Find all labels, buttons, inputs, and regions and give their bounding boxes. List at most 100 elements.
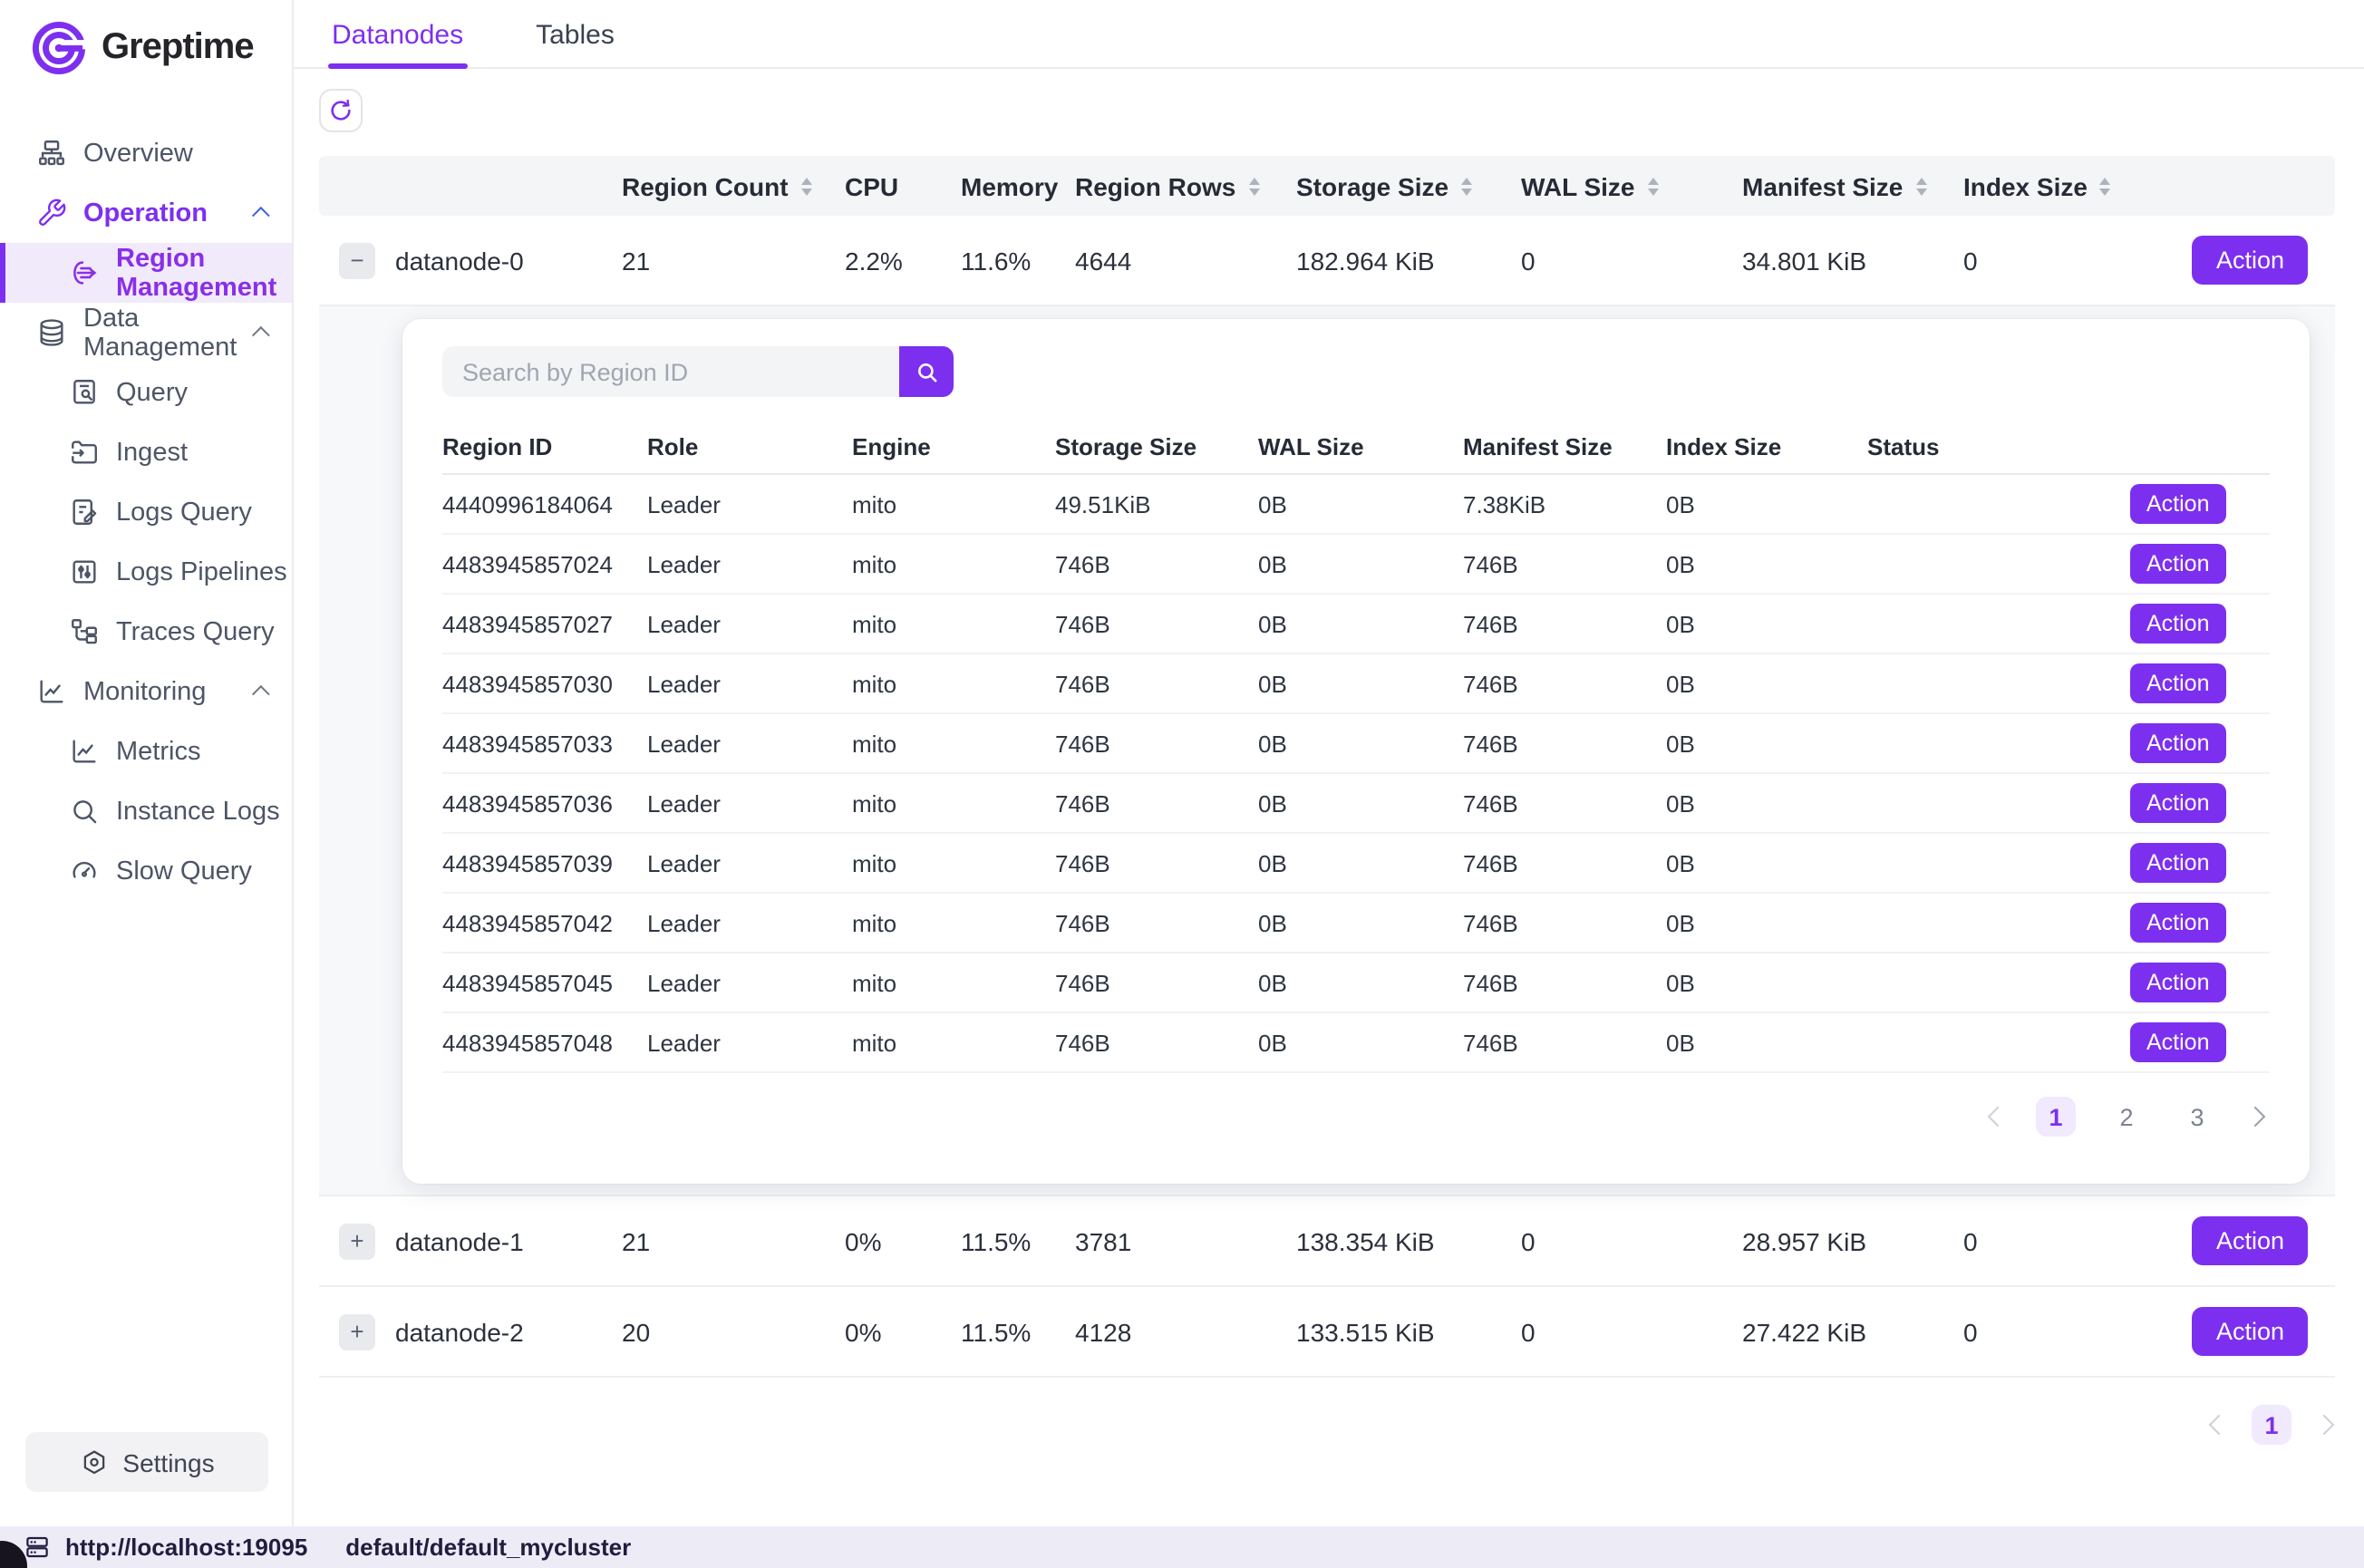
cell-storage: 746B: [1055, 789, 1258, 817]
cell-role: Leader: [647, 670, 852, 697]
action-button[interactable]: Action: [2130, 663, 2226, 703]
cell-region-id: 4483945857048: [442, 1029, 647, 1056]
action-button[interactable]: Action: [2130, 604, 2226, 644]
col-index-size: Index Size: [1963, 171, 2088, 200]
action-button[interactable]: Action: [2193, 236, 2308, 285]
cell-engine: mito: [852, 1029, 1055, 1056]
expand-row-button[interactable]: +: [339, 1223, 375, 1259]
page-1[interactable]: 1: [2252, 1405, 2291, 1445]
region-search-input[interactable]: [442, 346, 899, 397]
cell-cpu: 2.2%: [845, 246, 961, 275]
action-button[interactable]: Action: [2193, 1307, 2308, 1356]
logs-query-icon: [69, 497, 100, 528]
server-url[interactable]: http://localhost:19095: [65, 1534, 307, 1561]
datanodes-pagination: 1: [319, 1405, 2335, 1445]
region-row: 4483945857039 Leader mito 746B 0B 746B 0…: [442, 834, 2270, 894]
cell-manifest-size: 28.957 KiB: [1742, 1226, 1963, 1255]
sort-icon[interactable]: [1461, 177, 1472, 195]
sidebar-item-operation[interactable]: Operation: [0, 183, 292, 243]
refresh-button[interactable]: [319, 89, 363, 132]
cell-region-id: 4440996184064: [442, 490, 647, 518]
sidebar-item-slow-query[interactable]: Slow Query: [0, 841, 292, 901]
action-button[interactable]: Action: [2130, 963, 2226, 1002]
action-button[interactable]: Action: [2130, 544, 2226, 584]
sidebar-item-label: Metrics: [116, 737, 200, 766]
col-storage-size: Storage Size: [1055, 433, 1258, 460]
cell-region-id: 4483945857045: [442, 969, 647, 996]
page-1[interactable]: 1: [2036, 1097, 2076, 1137]
cell-region-id: 4483945857027: [442, 610, 647, 637]
sidebar-item-label: Logs Pipelines: [116, 557, 287, 586]
cell-wal-size: 0: [1521, 1226, 1742, 1255]
sidebar-item-traces-query[interactable]: Traces Query: [0, 602, 292, 662]
next-page-icon[interactable]: [2245, 1107, 2266, 1128]
prev-page-icon[interactable]: [2209, 1415, 2230, 1436]
region-row: 4483945857045 Leader mito 746B 0B 746B 0…: [442, 953, 2270, 1013]
cell-region-rows: 4644: [1075, 246, 1296, 275]
page-2[interactable]: 2: [2107, 1097, 2146, 1137]
action-button[interactable]: Action: [2193, 1216, 2308, 1265]
tab-datanodes[interactable]: Datanodes: [328, 5, 467, 67]
regions-table-header: Region ID Role Engine Storage Size WAL S…: [442, 421, 2270, 475]
sort-icon[interactable]: [1915, 177, 1926, 195]
cell-storage: 49.51KiB: [1055, 490, 1258, 518]
action-button[interactable]: Action: [2130, 484, 2226, 524]
traces-query-icon: [69, 616, 100, 647]
action-button[interactable]: Action: [2130, 903, 2226, 943]
action-button[interactable]: Action: [2130, 843, 2226, 883]
sidebar-item-overview[interactable]: Overview: [0, 123, 292, 183]
chevron-up-icon[interactable]: [252, 207, 270, 225]
cell-region-id: 4483945857039: [442, 849, 647, 876]
search-button[interactable]: [899, 346, 954, 397]
col-region-rows: Region Rows: [1075, 171, 1235, 200]
cell-wal: 0B: [1258, 490, 1463, 518]
sidebar-item-label: Region Management: [116, 244, 292, 302]
sidebar-item-logs-query[interactable]: Logs Query: [0, 482, 292, 542]
regions-pagination: 1 2 3: [442, 1097, 2270, 1137]
cell-manifest: 746B: [1463, 610, 1666, 637]
expand-row-button[interactable]: +: [339, 1313, 375, 1350]
sidebar-item-label: Query: [116, 378, 188, 407]
sort-icon[interactable]: [1648, 177, 1659, 195]
settings-button[interactable]: Settings: [25, 1432, 268, 1492]
cell-storage: 746B: [1055, 730, 1258, 757]
cell-manifest: 746B: [1463, 849, 1666, 876]
region-row: 4440996184064 Leader mito 49.51KiB 0B 7.…: [442, 475, 2270, 535]
prev-page-icon[interactable]: [1988, 1107, 2009, 1128]
cell-manifest: 746B: [1463, 670, 1666, 697]
datanodes-table: Region Count CPU Memory Region Rows Stor…: [319, 156, 2335, 1445]
region-row: 4483945857036 Leader mito 746B 0B 746B 0…: [442, 774, 2270, 834]
cell-storage: 746B: [1055, 909, 1258, 936]
sidebar-nav: Overview Operation Region Management: [0, 123, 292, 901]
monitoring-icon: [36, 676, 67, 707]
col-engine: Engine: [852, 433, 1055, 460]
action-button[interactable]: Action: [2130, 723, 2226, 763]
action-button[interactable]: Action: [2130, 783, 2226, 823]
sort-icon[interactable]: [2100, 177, 2111, 195]
next-page-icon[interactable]: [2314, 1415, 2335, 1436]
sort-icon[interactable]: [801, 177, 812, 195]
sidebar-item-metrics[interactable]: Metrics: [0, 721, 292, 781]
cell-storage-size: 138.354 KiB: [1296, 1226, 1521, 1255]
tab-tables[interactable]: Tables: [532, 5, 618, 67]
page-3[interactable]: 3: [2177, 1097, 2217, 1137]
cell-engine: mito: [852, 550, 1055, 577]
collapse-row-button[interactable]: −: [339, 242, 375, 278]
sort-icon[interactable]: [1248, 177, 1259, 195]
cell-index: 0B: [1666, 849, 1867, 876]
cell-region-id: 4483945857042: [442, 909, 647, 936]
sidebar-item-data-management[interactable]: Data Management: [0, 303, 292, 363]
action-button[interactable]: Action: [2130, 1022, 2226, 1062]
wrench-icon: [36, 198, 67, 228]
sidebar: Greptime Overview Operation: [0, 0, 294, 1526]
cell-region-rows: 3781: [1075, 1226, 1296, 1255]
sidebar-item-ingest[interactable]: Ingest: [0, 422, 292, 482]
sidebar-item-logs-pipelines[interactable]: Logs Pipelines: [0, 542, 292, 602]
sidebar-item-region-management[interactable]: Region Management: [0, 243, 292, 303]
chevron-up-icon[interactable]: [252, 685, 270, 703]
cluster-name[interactable]: default/default_mycluster: [345, 1534, 631, 1561]
sidebar-item-label: Monitoring: [83, 677, 206, 706]
sidebar-item-query[interactable]: Query: [0, 363, 292, 422]
sidebar-item-instance-logs[interactable]: Instance Logs: [0, 781, 292, 841]
sidebar-item-monitoring[interactable]: Monitoring: [0, 662, 292, 721]
